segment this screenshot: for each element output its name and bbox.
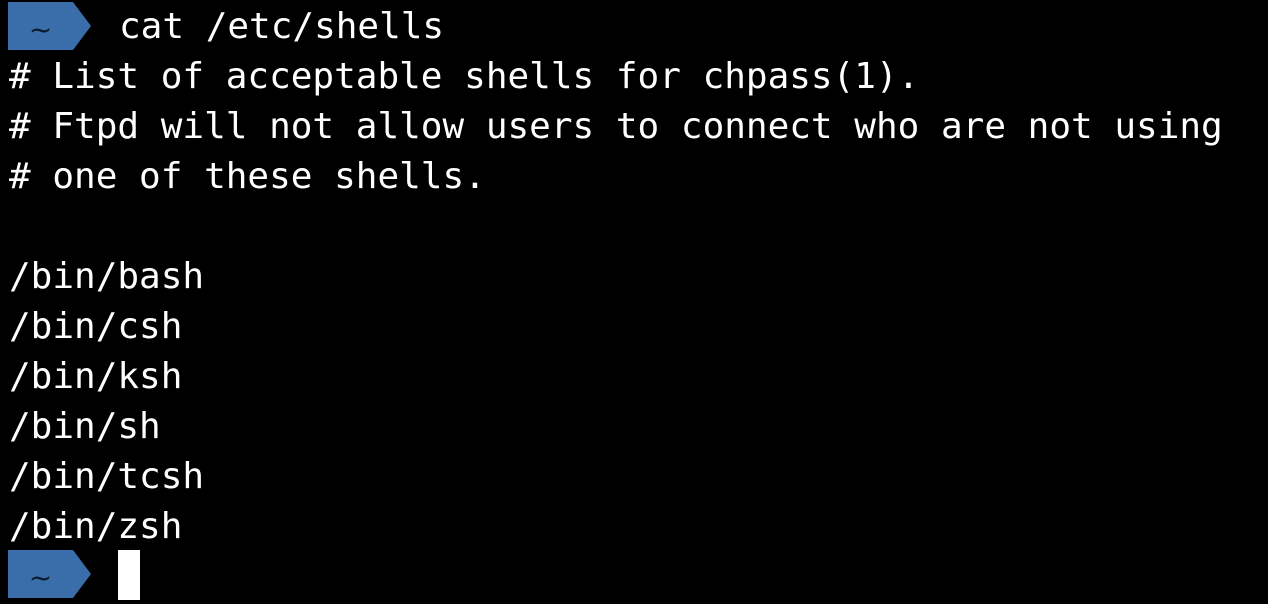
output-line: # one of these shells. [9, 156, 486, 197]
prompt-directory: ~ [28, 13, 53, 46]
output-line: /bin/zsh [9, 506, 183, 547]
prompt-arrow-icon [73, 2, 91, 50]
command-text: cat /etc/shells [119, 6, 445, 47]
output-line: /bin/sh [9, 406, 161, 447]
text-cursor[interactable] [118, 550, 140, 600]
output-line: # List of acceptable shells for chpass(1… [9, 56, 920, 97]
prompt-line: ~ cat /etc/shells [0, 2, 1268, 52]
output-line: # Ftpd will not allow users to connect w… [9, 106, 1223, 147]
prompt-directory: ~ [28, 561, 53, 594]
output-line: /bin/csh [9, 306, 183, 347]
terminal-window[interactable]: ~ cat /etc/shells # List of acceptable s… [0, 0, 1268, 604]
output-line: /bin/ksh [9, 356, 183, 397]
output-line: /bin/tcsh [9, 456, 205, 497]
active-prompt-line[interactable]: ~ [0, 550, 1268, 600]
prompt-arrow-icon [73, 550, 91, 598]
output-line: /bin/bash [9, 256, 205, 297]
